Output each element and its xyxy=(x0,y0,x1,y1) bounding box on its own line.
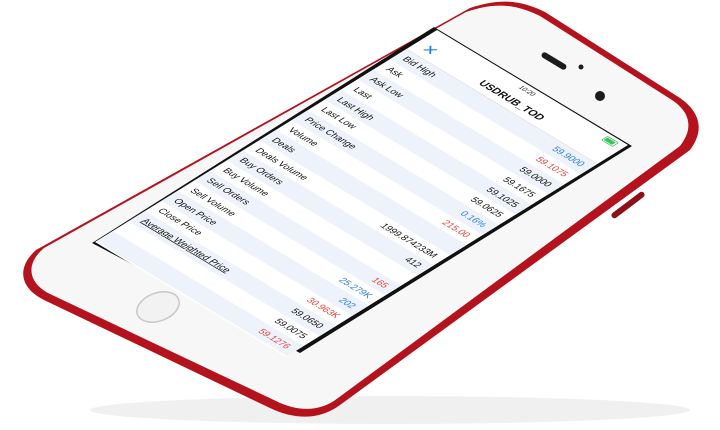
sensor-dot xyxy=(578,64,584,70)
front-camera xyxy=(595,91,605,101)
phone-shadow xyxy=(90,396,690,424)
